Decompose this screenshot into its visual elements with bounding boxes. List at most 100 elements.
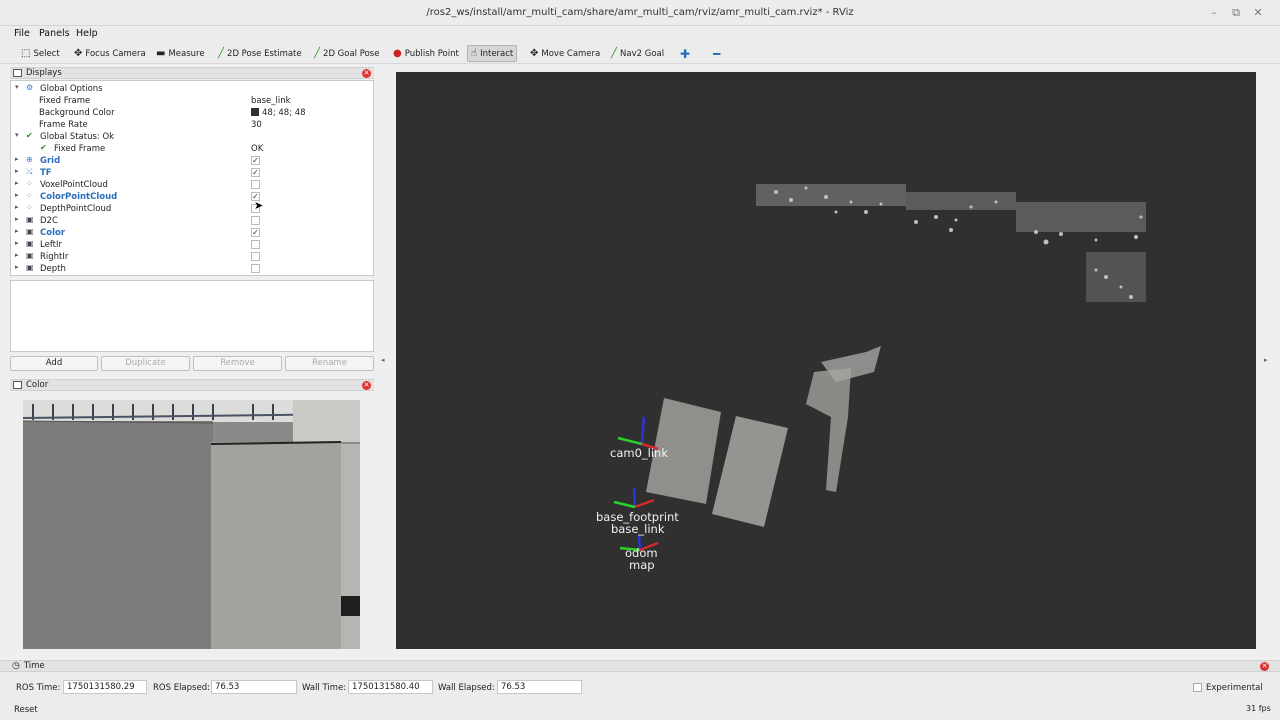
image-icon: ▣ <box>26 227 34 236</box>
tree-label: Global Options <box>40 84 103 94</box>
expand-arrow-icon[interactable]: ▸ <box>15 227 19 235</box>
time-panel-close-icon[interactable]: ✕ <box>1260 662 1269 671</box>
tf-checkbox[interactable]: ✓ <box>251 168 260 177</box>
reset-button[interactable]: Reset <box>14 705 38 715</box>
tree-row-d2c[interactable]: ▸ ▣ D2C <box>11 215 366 227</box>
left-ir-checkbox[interactable] <box>251 240 260 249</box>
expand-arrow-icon[interactable]: ▸ <box>15 215 19 223</box>
color-checkbox[interactable]: ✓ <box>251 228 260 237</box>
expand-arrow-icon[interactable]: ▸ <box>15 179 19 187</box>
tool-nav2-goal-label: Nav2 Goal <box>620 48 665 59</box>
tool-move-camera[interactable]: ✥ Move Camera <box>527 45 603 62</box>
ros-elapsed-field[interactable]: 76.53 <box>211 680 297 694</box>
menu-file[interactable]: File <box>14 28 30 39</box>
expand-arrow-icon[interactable]: ▸ <box>15 251 19 259</box>
displays-close-icon[interactable]: ✕ <box>362 69 371 78</box>
expand-arrow-icon[interactable]: ▸ <box>15 263 19 271</box>
tool-interact[interactable]: ☝ Interact <box>467 45 518 62</box>
tool-select[interactable]: ⬚ Select <box>18 45 63 62</box>
pose-estimate-icon: ╱ <box>218 47 225 59</box>
minimize-icon[interactable]: – <box>1207 6 1221 20</box>
fps-readout: 31 fps <box>1246 704 1271 713</box>
image-icon: ▣ <box>26 251 34 260</box>
right-ir-checkbox[interactable] <box>251 252 260 261</box>
tool-focus-camera[interactable]: ✥ Focus Camera <box>71 45 149 62</box>
tool-publish-point[interactable]: ● Publish Point <box>390 45 462 62</box>
remove-tool-icon[interactable]: ━ <box>710 45 723 62</box>
displays-panel-title: Displays <box>26 68 62 78</box>
menu-panels[interactable]: Panels <box>39 28 70 39</box>
image-icon: ▣ <box>26 239 34 248</box>
tree-label: Depth <box>40 264 66 274</box>
tree-row-tf[interactable]: ▸ ⤯ TF ✓ <box>11 167 366 179</box>
fixed-frame-value[interactable]: base_link <box>251 96 291 106</box>
camera-image-drawing <box>23 400 360 649</box>
tree-row-left-ir[interactable]: ▸ ▣ LeftIr <box>11 239 366 251</box>
color-panel-title: Color <box>26 380 49 390</box>
wall-time-label: Wall Time: <box>302 683 347 693</box>
tree-row-background-color[interactable]: Background Color 48; 48; 48 <box>11 107 366 119</box>
tf-label-map: map <box>629 558 655 572</box>
tool-2d-goal-pose[interactable]: ╱ 2D Goal Pose <box>311 45 382 62</box>
color-panel-close-icon[interactable]: ✕ <box>362 381 371 390</box>
grid-icon: ⊕ <box>26 155 33 164</box>
3d-render-view[interactable]: cam0_link base_footprint base_link odom … <box>396 72 1256 649</box>
tree-label: Frame Rate <box>39 120 88 130</box>
3d-scene: cam0_link base_footprint base_link odom … <box>396 72 1256 649</box>
tree-row-status-fixed-frame[interactable]: ✔ Fixed Frame OK <box>11 143 366 155</box>
depth-checkbox[interactable] <box>251 264 260 273</box>
voxel-point-cloud-checkbox[interactable] <box>251 180 260 189</box>
expand-arrow-icon[interactable]: ▸ <box>15 155 19 163</box>
wall-elapsed-field[interactable]: 76.53 <box>497 680 582 694</box>
tool-measure[interactable]: ▬ Measure <box>153 45 208 62</box>
tree-row-color[interactable]: ▸ ▣ Color ✓ <box>11 227 366 239</box>
tree-row-depth-point-cloud[interactable]: ▸ ⁘ DepthPointCloud <box>11 203 366 215</box>
status-value: OK <box>251 144 264 154</box>
check-icon: ✔ <box>26 131 33 140</box>
d2c-checkbox[interactable] <box>251 216 260 225</box>
collapse-left-icon[interactable]: ◂ <box>381 356 385 364</box>
experimental-label: Experimental <box>1206 683 1263 693</box>
tool-nav2-goal[interactable]: ╱ Nav2 Goal <box>608 45 667 62</box>
collapse-right-icon[interactable]: ▸ <box>1264 356 1268 364</box>
tree-row-frame-rate[interactable]: Frame Rate 30 <box>11 119 366 131</box>
remove-button[interactable]: Remove <box>193 356 282 371</box>
tree-row-color-point-cloud[interactable]: ▸ ⁘ ColorPointCloud ✓ <box>11 191 366 203</box>
ros-time-label: ROS Time: <box>16 683 61 693</box>
tool-interact-label: Interact <box>480 48 514 59</box>
expand-arrow-icon[interactable]: ▸ <box>15 203 19 211</box>
tree-row-depth[interactable]: ▸ ▣ Depth <box>11 263 366 275</box>
expand-arrow-icon[interactable]: ▸ <box>15 167 19 175</box>
duplicate-button[interactable]: Duplicate <box>101 356 190 371</box>
grid-checkbox[interactable]: ✓ <box>251 156 260 165</box>
frame-rate-value[interactable]: 30 <box>251 120 262 130</box>
tree-row-voxel-point-cloud[interactable]: ▸ ⁘ VoxelPointCloud <box>11 179 366 191</box>
rename-button[interactable]: Rename <box>285 356 374 371</box>
tree-row-global-options[interactable]: ▾ ⚙ Global Options <box>11 83 366 95</box>
add-button[interactable]: Add <box>10 356 98 371</box>
maximize-icon[interactable]: ⧉ <box>1229 6 1243 20</box>
expand-arrow-icon[interactable]: ▸ <box>15 239 19 247</box>
tool-2d-pose-estimate-label: 2D Pose Estimate <box>227 48 302 59</box>
expand-arrow-icon[interactable]: ▸ <box>15 191 19 199</box>
point-cloud-icon: ⁘ <box>26 203 33 212</box>
collapse-arrow-icon[interactable]: ▾ <box>15 83 19 91</box>
menu-help[interactable]: Help <box>76 28 98 39</box>
tree-row-grid[interactable]: ▸ ⊕ Grid ✓ <box>11 155 366 167</box>
background-color-value[interactable]: 48; 48; 48 <box>251 108 306 118</box>
tree-label: D2C <box>40 216 58 226</box>
add-tool-icon[interactable]: ✚ <box>677 45 693 62</box>
tree-row-right-ir[interactable]: ▸ ▣ RightIr <box>11 251 366 263</box>
close-icon[interactable]: ✕ <box>1251 6 1265 20</box>
tree-row-fixed-frame[interactable]: Fixed Frame base_link <box>11 95 366 107</box>
collapse-arrow-icon[interactable]: ▾ <box>15 131 19 139</box>
tool-2d-pose-estimate[interactable]: ╱ 2D Pose Estimate <box>215 45 305 62</box>
tree-label: Grid <box>40 156 61 166</box>
global-options-icon: ⚙ <box>26 83 34 92</box>
camera-color-image <box>23 400 360 649</box>
experimental-checkbox[interactable] <box>1193 683 1202 692</box>
time-panel-title: Time <box>23 661 45 671</box>
ros-time-field[interactable]: 1750131580.29 <box>63 680 147 694</box>
wall-time-field[interactable]: 1750131580.40 <box>348 680 433 694</box>
tree-row-global-status[interactable]: ▾ ✔ Global Status: Ok <box>11 131 366 143</box>
